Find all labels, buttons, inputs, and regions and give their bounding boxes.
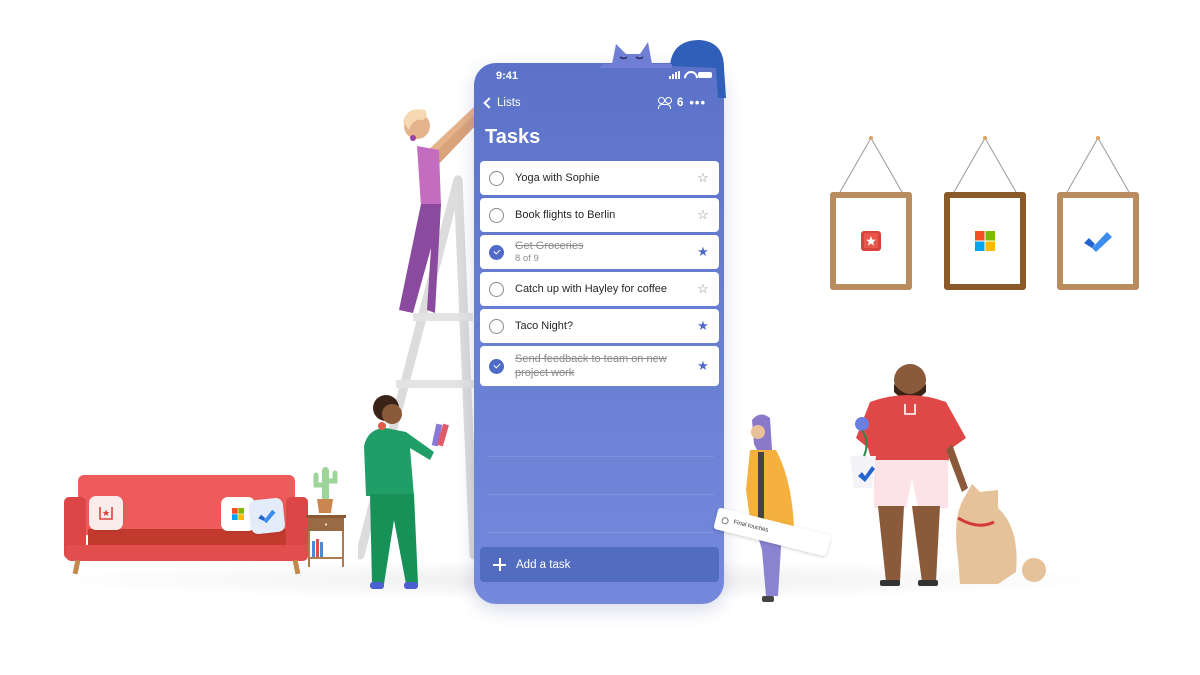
cactus-plant bbox=[313, 467, 338, 513]
task-item[interactable]: Get Groceries 8 of 9 ★ bbox=[480, 235, 719, 269]
task-item[interactable]: Send feedback to team on new project wor… bbox=[480, 346, 719, 386]
list-title: Tasks bbox=[485, 126, 541, 148]
microsoft-logo-icon bbox=[232, 508, 244, 520]
checkbox-circle-icon bbox=[720, 516, 730, 525]
todo-check-icon bbox=[258, 509, 276, 524]
plus-icon bbox=[493, 558, 506, 571]
hero-illustration: 9:41 Lists 6 ••• Tasks Yoga with Sophie … bbox=[0, 0, 1200, 675]
task-title: Book flights to Berlin bbox=[515, 209, 616, 221]
task-title: Yoga with Sophie bbox=[515, 172, 600, 184]
star-filled-icon[interactable]: ★ bbox=[696, 358, 710, 374]
todo-check-icon bbox=[1084, 232, 1112, 252]
picture-frame-todo bbox=[1057, 192, 1139, 290]
frame-hanger bbox=[1066, 136, 1130, 193]
add-task-button[interactable]: Add a task bbox=[480, 547, 719, 582]
frame-hanger bbox=[953, 136, 1017, 193]
star-filled-icon[interactable]: ★ bbox=[696, 318, 710, 334]
phone-mockup: 9:41 Lists 6 ••• Tasks Yoga with Sophie … bbox=[474, 63, 724, 604]
people-icon bbox=[657, 97, 672, 109]
person-with-dog bbox=[850, 364, 1046, 586]
star-outline-icon[interactable]: ☆ bbox=[696, 207, 710, 223]
checkbox-circle-icon[interactable] bbox=[489, 281, 504, 297]
checkbox-checked-icon[interactable] bbox=[489, 358, 504, 374]
chevron-left-icon bbox=[483, 97, 495, 109]
task-item[interactable]: Yoga with Sophie ☆ bbox=[480, 161, 719, 195]
task-list: Yoga with Sophie ☆ Book flights to Berli… bbox=[480, 161, 719, 386]
status-time: 9:41 bbox=[496, 70, 519, 82]
task-title: Taco Night? bbox=[515, 320, 574, 332]
checkbox-checked-icon[interactable] bbox=[489, 244, 504, 260]
side-table bbox=[306, 515, 346, 567]
person-green bbox=[364, 395, 449, 589]
more-options-button[interactable]: ••• bbox=[689, 96, 706, 109]
nav-bar: Lists 6 ••• bbox=[474, 96, 724, 117]
back-button[interactable]: Lists bbox=[481, 97, 521, 109]
share-members-button[interactable]: 6 bbox=[657, 97, 684, 109]
wunderlist-icon bbox=[99, 507, 113, 520]
task-title: Send feedback to team on new project wor… bbox=[515, 353, 667, 379]
checkbox-circle-icon[interactable] bbox=[489, 170, 504, 186]
wunderlist-icon bbox=[861, 231, 881, 251]
frame-hanger bbox=[839, 136, 903, 193]
floating-task-title: Final touches bbox=[732, 519, 769, 534]
task-item[interactable]: Taco Night? ★ bbox=[480, 309, 719, 343]
person-yellow bbox=[746, 414, 794, 602]
task-subtitle: 8 of 9 bbox=[515, 253, 539, 264]
pillow-wunderlist bbox=[89, 496, 123, 530]
pillow-todo bbox=[248, 497, 286, 535]
task-title: Get Groceries bbox=[515, 240, 584, 252]
back-label: Lists bbox=[497, 97, 521, 109]
star-outline-icon[interactable]: ☆ bbox=[696, 170, 710, 186]
task-item[interactable]: Catch up with Hayley for coffee ☆ bbox=[480, 272, 719, 306]
task-title: Catch up with Hayley for coffee bbox=[515, 283, 668, 295]
task-text: Get Groceries 8 of 9 bbox=[515, 239, 696, 265]
cat-illustration bbox=[600, 40, 726, 98]
sofa-base bbox=[66, 545, 308, 561]
star-outline-icon[interactable]: ☆ bbox=[696, 281, 710, 297]
microsoft-logo-icon bbox=[975, 231, 995, 251]
task-item[interactable]: Book flights to Berlin ☆ bbox=[480, 198, 719, 232]
members-count: 6 bbox=[676, 97, 684, 109]
checkbox-circle-icon[interactable] bbox=[489, 318, 504, 334]
person-on-ladder bbox=[399, 106, 483, 313]
star-filled-icon[interactable]: ★ bbox=[696, 244, 710, 260]
add-task-label: Add a task bbox=[516, 558, 571, 571]
picture-frame-microsoft bbox=[944, 192, 1026, 290]
picture-frame-wunderlist bbox=[830, 192, 912, 290]
checkbox-circle-icon[interactable] bbox=[489, 207, 504, 223]
